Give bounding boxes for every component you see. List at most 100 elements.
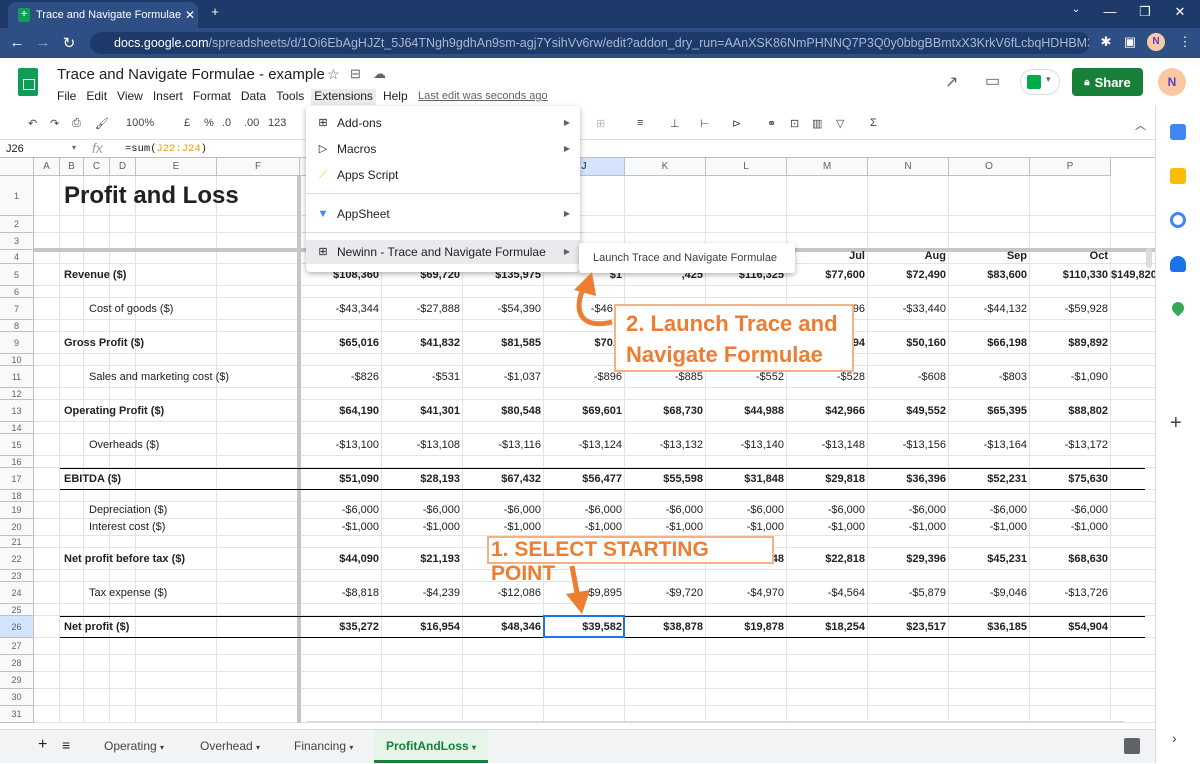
percent-button[interactable]: % [204,117,214,129]
row-label[interactable]: Overheads ($) [89,439,159,451]
month-header[interactable]: Aug [868,250,946,262]
value-cell[interactable]: -$6,000 [787,504,865,516]
value-cell[interactable]: $68,730 [625,405,703,417]
row-header[interactable]: 19 [0,502,34,519]
reload-icon[interactable]: ↻ [60,34,78,52]
value-cell[interactable]: -$885 [625,371,703,383]
value-cell[interactable]: -$6,000 [625,504,703,516]
value-cell[interactable]: $36,396 [868,473,946,485]
comments-icon[interactable]: ▭ [985,71,1000,91]
tasks-icon[interactable] [1170,212,1186,228]
value-cell[interactable]: -$13,726 [1030,587,1108,599]
row-header[interactable]: 13 [0,400,34,422]
back-icon[interactable]: ← [8,34,26,51]
value-cell[interactable]: -$1,000 [787,521,865,533]
sheets-logo-icon[interactable] [18,68,38,96]
row-header[interactable]: 12 [0,388,34,400]
row-header[interactable]: 17 [0,468,34,490]
align-icon[interactable]: ≡ [637,117,643,129]
row-header[interactable]: 3 [0,233,34,250]
keep-icon[interactable] [1170,168,1186,184]
value-cell[interactable]: -$6,000 [544,504,622,516]
value-cell[interactable]: $65,395 [949,405,1027,417]
value-cell[interactable]: -$528 [787,371,865,383]
value-cell[interactable]: $29,396 [868,553,946,565]
column-header[interactable]: A [34,158,60,176]
row-label[interactable]: Tax expense ($) [89,587,167,599]
sheet-tab-operating[interactable]: Operating ▾ [92,730,176,763]
column-header[interactable]: C [84,158,110,176]
sheet-tab-profitandloss[interactable]: ProfitAndLoss ▾ [374,730,489,763]
value-cell[interactable]: -$1,000 [1030,521,1108,533]
menu-item-apps-script[interactable]: ⟋ Apps Script [306,163,580,187]
more-formats-button[interactable]: 123 [268,117,286,129]
value-cell[interactable]: $23,517 [868,621,946,633]
menu-view[interactable]: View [117,89,143,105]
meet-button[interactable]: ▾ [1020,69,1060,95]
value-cell[interactable]: -$9,720 [625,587,703,599]
row-label[interactable]: Cost of goods ($) [89,303,173,315]
value-cell[interactable]: -$1,000 [300,521,379,533]
collapse-icon[interactable]: ︿ [1135,117,1146,133]
link-icon[interactable]: ⚭ [767,117,776,130]
value-cell[interactable]: $18,254 [787,621,865,633]
row-label[interactable]: Gross Profit ($) [64,337,144,349]
value-cell[interactable]: -$13,108 [382,439,460,451]
value-cell[interactable]: -$1,000 [382,521,460,533]
column-header[interactable]: E [136,158,217,176]
value-cell[interactable]: -$4,564 [787,587,865,599]
select-all-corner[interactable] [0,158,34,176]
row-header[interactable]: 15 [0,434,34,456]
value-cell[interactable]: $77,600 [787,269,865,281]
expand-panel-icon[interactable]: › [1172,730,1177,746]
menu-item-macros[interactable]: ▷ Macros ▶ [306,137,580,161]
value-cell[interactable]: $64,190 [300,405,379,417]
comment-icon[interactable]: ⊡ [790,117,799,130]
month-header[interactable]: Oct [1030,250,1108,262]
row-header[interactable]: 24 [0,582,34,604]
row-header[interactable]: 22 [0,548,34,570]
value-cell[interactable]: $110,330 [1030,269,1108,281]
value-cell[interactable]: -$4,239 [382,587,460,599]
row-header[interactable]: 9 [0,332,34,354]
row-header[interactable]: 26 [0,616,34,638]
menu-help[interactable]: Help [383,89,408,105]
value-cell[interactable]: -$54,390 [463,303,541,315]
value-cell[interactable]: -$1,090 [1030,371,1108,383]
currency-button[interactable]: £ [184,117,190,129]
value-cell[interactable]: $88,802 [1030,405,1108,417]
value-cell[interactable]: $49,552 [868,405,946,417]
value-cell[interactable]: -$9,895 [544,587,622,599]
row-label[interactable]: EBITDA ($) [64,473,121,485]
sheet-title[interactable]: Profit and Loss [64,182,239,210]
value-cell[interactable]: $80,548 [463,405,541,417]
value-cell[interactable]: -$44,132 [949,303,1027,315]
value-cell[interactable]: $55,598 [625,473,703,485]
value-cell[interactable]: -$13,164 [949,439,1027,451]
account-avatar[interactable]: N [1158,68,1186,96]
menu-format[interactable]: Format [193,89,231,105]
row-label[interactable]: Sales and marketing cost ($) [89,371,229,383]
tab-search-icon[interactable]: ⌄ [1066,4,1086,15]
value-cell[interactable]: $29,818 [787,473,865,485]
row-header[interactable]: 2 [0,216,34,233]
value-cell[interactable]: $81,585 [463,337,541,349]
chart-icon[interactable]: ▥ [812,117,822,130]
merge-icon[interactable]: ⊞ [596,117,605,130]
row-header[interactable]: 25 [0,604,34,616]
value-cell[interactable]: $45,231 [949,553,1027,565]
redo-icon[interactable]: ↷ [50,117,59,130]
row-header[interactable]: 4 [0,250,34,264]
value-cell[interactable]: $68,630 [1030,553,1108,565]
row-header[interactable]: 8 [0,320,34,332]
value-cell[interactable]: -$13,116 [463,439,541,451]
minimize-icon[interactable]: — [1100,4,1120,19]
value-cell[interactable]: $51,090 [300,473,379,485]
share-button[interactable]: 🔒︎ Share [1072,68,1143,96]
menu-data[interactable]: Data [241,89,266,105]
row-header[interactable]: 10 [0,354,34,366]
rotate-icon[interactable]: ⊳ [732,117,741,130]
value-cell[interactable]: -$12,086 [463,587,541,599]
menu-insert[interactable]: Insert [153,89,183,105]
contacts-icon[interactable] [1170,256,1186,272]
